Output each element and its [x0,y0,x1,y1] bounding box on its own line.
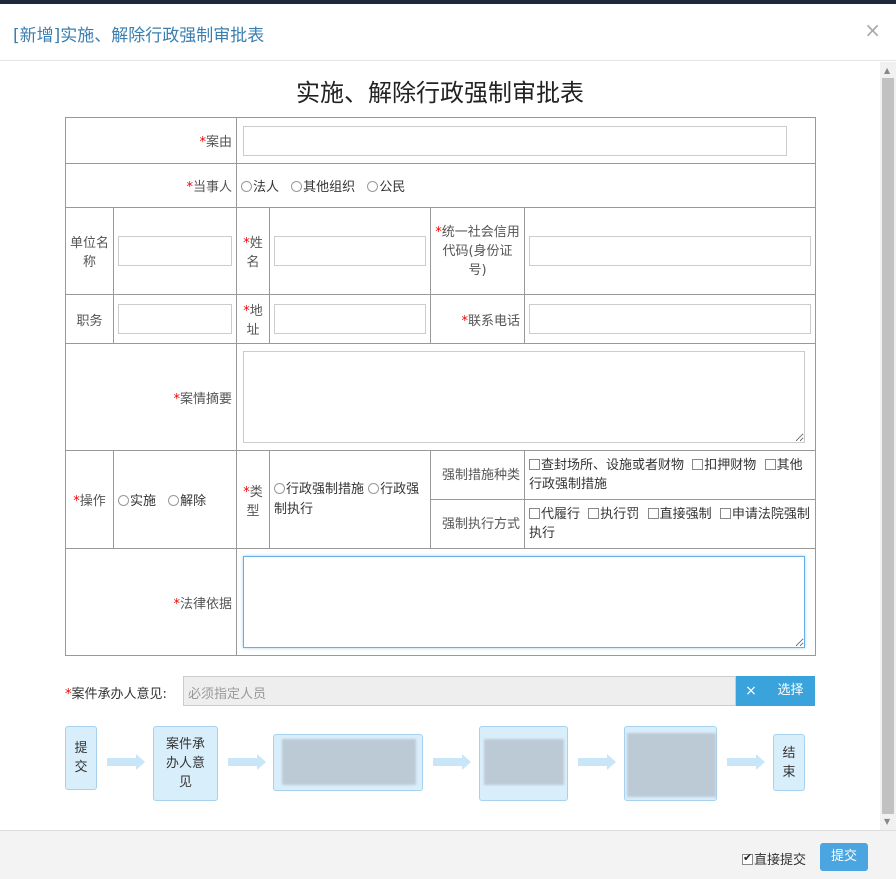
checkbox-checked-icon[interactable] [742,851,753,865]
scroll-down-icon[interactable]: ▼ [884,817,890,826]
radio-icon[interactable] [368,482,380,494]
party-option-other-org[interactable]: 其他组织 [291,180,355,195]
redacted-blur [484,739,564,785]
checkbox-icon[interactable] [529,459,541,470]
radio-icon[interactable] [168,495,180,506]
checkbox-icon[interactable] [764,459,776,470]
submit-button[interactable]: 提交 [820,843,868,871]
address-input[interactable] [274,304,427,334]
unit-name-input[interactable] [118,236,233,266]
case-reason-label: *案由 [64,117,238,164]
radio-icon[interactable] [291,181,303,192]
approval-form-table: *案由 *当事人 法人 其他组织 公民 单位名称 *姓名 *统一社会信用代码(身… [64,117,817,656]
handler-label: *案件承办人意见: [65,687,167,702]
modal-title: [新增]实施、解除行政强制审批表 [13,26,265,46]
name-label: *姓名 [236,207,271,295]
checkbox-icon[interactable] [647,508,659,519]
name-input[interactable] [274,236,427,266]
phone-label: *联系电话 [430,294,526,344]
exec-mode-direct[interactable]: 直接强制 [647,507,712,522]
scroll-up-icon[interactable]: ▲ [884,66,890,75]
measure-kind-seize[interactable]: 扣押财物 [692,458,756,473]
row-summary: *案情摘要 [64,343,817,451]
flow-node-handler-opinion: 案件承办人意见 [153,726,218,801]
row-legal-basis: *法律依据 [64,548,817,656]
row-contact: 职务 *地址 *联系电话 [65,294,817,344]
legal-basis-textarea[interactable] [243,556,806,648]
exec-mode-substitute[interactable]: 代履行 [529,507,580,522]
exec-mode-penalty[interactable]: 执行罚 [588,507,639,522]
handler-select-button[interactable]: 选择 [766,676,815,706]
handler-clear-button[interactable]: × [736,676,766,706]
handler-row: *案件承办人意见: 必须指定人员 × 选择 [65,676,815,706]
direct-submit-toggle[interactable]: 直接提交 [742,849,806,868]
checkbox-icon[interactable] [588,508,600,519]
row-identity: 单位名称 *姓名 *统一社会信用代码(身份证号) [65,207,817,295]
scrollbar[interactable]: ▲ ▼ [880,62,896,830]
row-case-reason: *案由 [64,117,817,164]
flow-node-redacted [479,726,568,801]
operation-option-implement[interactable]: 实施 [118,494,156,509]
radio-icon[interactable] [367,181,379,192]
row-operation-1: *操作 实施 解除 *类型 行政强制措施 行政强制执行 强制措施种类 查封场所、… [65,450,817,549]
party-label: *当事人 [64,163,238,208]
summary-textarea[interactable] [243,351,806,443]
flow-arrow [107,754,145,770]
modal-footer: 直接提交 提交 [0,830,896,879]
flow-arrow [578,754,616,770]
flow-arrow [433,754,471,770]
summary-label: *案情摘要 [64,343,238,451]
flow-node-end: 结束 [773,734,805,791]
redacted-blur [282,739,416,785]
type-label: *类型 [236,450,271,549]
handler-input[interactable]: 必须指定人员 [183,676,736,706]
exec-mode-label: 强制执行方式 [430,499,526,549]
radio-icon[interactable] [241,181,253,192]
redacted-blur [627,733,716,797]
operation-label: *操作 [65,450,114,549]
flow-node-redacted [273,734,423,791]
modal-body: 实施、解除行政强制审批表 *案由 *当事人 法人 其他组织 公民 单位名称 *姓… [0,62,880,830]
party-option-legal-person[interactable]: 法人 [241,180,279,195]
position-input[interactable] [118,304,233,334]
checkbox-icon[interactable] [529,508,541,519]
credit-code-input[interactable] [529,236,812,266]
radio-icon[interactable] [118,495,129,506]
scroll-thumb[interactable] [882,78,894,814]
position-label: 职务 [65,294,114,344]
flow-arrow [727,754,765,770]
flow-arrow [228,754,266,770]
form-title: 实施、解除行政强制审批表 [296,79,584,107]
flow-node-redacted [624,726,717,801]
flow-node-submit: 提交 [65,726,97,790]
checkbox-icon[interactable] [692,459,704,470]
radio-icon[interactable] [274,482,286,494]
type-option-measure[interactable]: 行政强制措施 [274,482,364,497]
unit-name-label: 单位名称 [65,207,114,295]
row-party: *当事人 法人 其他组织 公民 [64,163,817,208]
credit-code-label: *统一社会信用代码(身份证号) [430,207,526,295]
modal-header: [新增]实施、解除行政强制审批表 × [0,4,896,61]
measure-kind-seal[interactable]: 查封场所、设施或者财物 [529,458,684,473]
address-label: *地址 [236,294,271,344]
legal-basis-label: *法律依据 [64,548,238,656]
operation-option-release[interactable]: 解除 [168,494,206,509]
party-option-citizen[interactable]: 公民 [367,180,405,195]
measure-kind-label: 强制措施种类 [430,450,526,500]
close-icon[interactable]: × [864,18,881,42]
checkbox-icon[interactable] [719,508,731,519]
case-reason-input[interactable] [243,125,788,156]
phone-input[interactable] [529,304,812,334]
